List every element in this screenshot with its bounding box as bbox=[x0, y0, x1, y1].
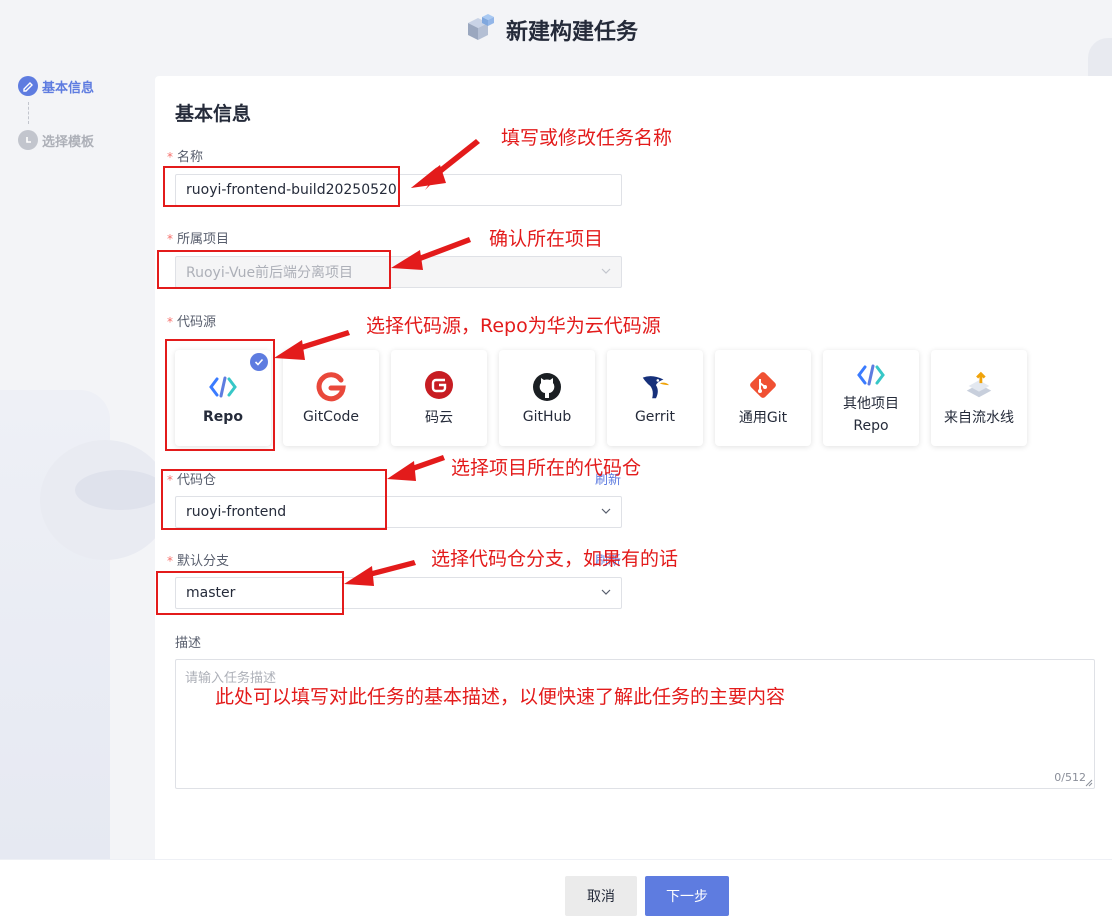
step-label: 基本信息 bbox=[42, 80, 95, 96]
source-option-pipeline[interactable]: 来自流水线 bbox=[931, 350, 1027, 446]
source-option-gitcode[interactable]: GitCode bbox=[283, 350, 379, 446]
pipeline-icon bbox=[963, 369, 995, 401]
chevron-down-icon bbox=[601, 268, 611, 274]
chevron-down-icon bbox=[601, 508, 611, 514]
annotation-box-name bbox=[163, 166, 400, 207]
name-label: * 名称 bbox=[167, 150, 204, 165]
required-mark: * bbox=[167, 150, 173, 164]
cube-logo-icon bbox=[464, 13, 496, 47]
github-icon bbox=[531, 371, 563, 403]
resize-handle-icon[interactable] bbox=[1085, 779, 1093, 787]
annotation-project: 确认所在项目 bbox=[489, 228, 604, 250]
gitee-icon bbox=[423, 369, 455, 401]
code-source-options: Repo GitCode 码云 GitHub Gerrit 通用Git 其他项目… bbox=[175, 350, 1027, 446]
git-icon bbox=[747, 369, 779, 401]
wizard-steps: 基本信息 选择模板 bbox=[18, 76, 94, 150]
card-title: 基本信息 bbox=[175, 103, 252, 125]
required-mark: * bbox=[167, 232, 173, 246]
annotation-box-branch bbox=[156, 571, 344, 615]
gitcode-icon bbox=[315, 371, 347, 403]
page-header: 新建构建任务 bbox=[0, 0, 1112, 60]
clock-icon bbox=[18, 130, 38, 150]
source-option-other-project-repo[interactable]: 其他项目 Repo bbox=[823, 350, 919, 446]
edit-icon bbox=[18, 76, 38, 96]
source-option-gitee[interactable]: 码云 bbox=[391, 350, 487, 446]
step-label: 选择模板 bbox=[42, 134, 95, 150]
description-label: 描述 bbox=[175, 636, 202, 651]
required-mark: * bbox=[167, 315, 173, 329]
annotation-repo: 选择项目所在的代码仓 bbox=[451, 457, 642, 479]
cancel-button[interactable]: 取消 bbox=[565, 876, 637, 916]
background-decoration bbox=[75, 470, 165, 510]
description-textarea[interactable]: 请输入任务描述 0/512 bbox=[175, 659, 1095, 789]
next-step-button[interactable]: 下一步 bbox=[645, 876, 729, 916]
annotation-box-source bbox=[165, 339, 275, 451]
source-option-label: 其他项目 Repo bbox=[843, 396, 899, 434]
source-option-gerrit[interactable]: Gerrit bbox=[607, 350, 703, 446]
character-counter: 0/512 bbox=[1054, 771, 1086, 784]
annotation-branch: 选择代码仓分支，如果有的话 bbox=[431, 548, 679, 570]
codearts-repo-icon bbox=[855, 359, 887, 391]
annotation-box-project bbox=[157, 250, 391, 289]
step-select-template[interactable]: 选择模板 bbox=[18, 130, 94, 150]
required-mark: * bbox=[167, 554, 173, 568]
chevron-down-icon bbox=[601, 589, 611, 595]
page-title: 新建构建任务 bbox=[505, 20, 638, 45]
annotation-name: 填写或修改任务名称 bbox=[501, 127, 673, 149]
source-option-generic-git[interactable]: 通用Git bbox=[715, 350, 811, 446]
source-label: * 代码源 bbox=[167, 315, 217, 330]
annotation-box-repo bbox=[161, 469, 387, 530]
source-option-github[interactable]: GitHub bbox=[499, 350, 595, 446]
branch-label: * 默认分支 bbox=[167, 554, 230, 569]
annotation-description: 此处可以填写对此任务的基本描述，以便快速了解此任务的主要内容 bbox=[215, 686, 786, 708]
footer-bar: 取消 下一步 bbox=[0, 859, 1112, 919]
step-basic-info[interactable]: 基本信息 bbox=[18, 76, 94, 96]
project-label: * 所属项目 bbox=[167, 232, 230, 247]
step-connector bbox=[28, 102, 29, 124]
annotation-source: 选择代码源，Repo为华为云代码源 bbox=[366, 315, 661, 337]
gerrit-icon bbox=[639, 371, 671, 403]
